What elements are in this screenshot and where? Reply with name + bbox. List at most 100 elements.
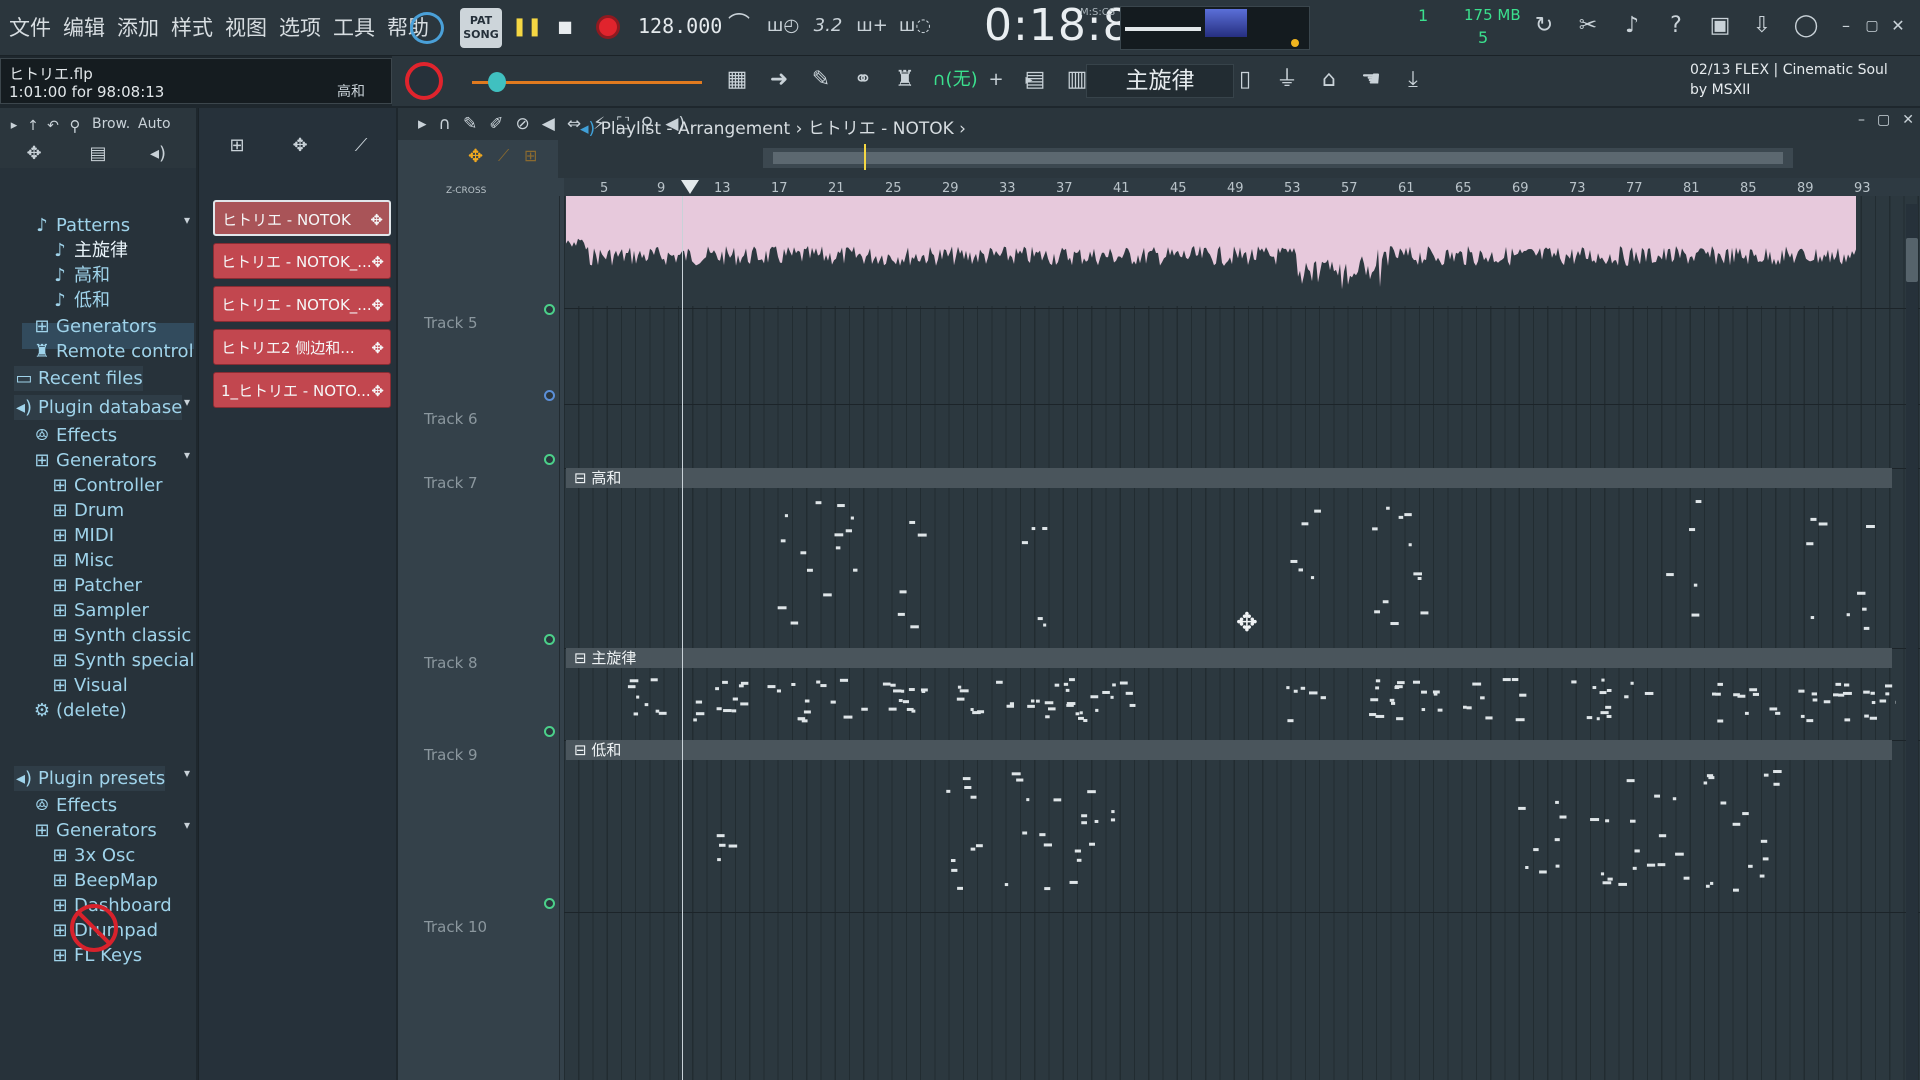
browser-item[interactable]: ⊞ Controller — [50, 473, 162, 498]
menu-add[interactable]: 添加 — [114, 12, 162, 42]
master-pitch-slider[interactable] — [472, 81, 702, 84]
audio-clip-item[interactable]: ヒトリエ - NOTOK_... ✥ — [213, 243, 391, 279]
audio-clip-item[interactable]: ヒトリエ - NOTOK_... ✥ — [213, 286, 391, 322]
blend-notes-icon[interactable]: ꟺ+ — [856, 12, 888, 40]
browser-item[interactable]: ⊞ Generators — [32, 314, 156, 339]
pattern-selector[interactable]: 主旋律 — [1086, 64, 1234, 98]
browser-icon[interactable]: ▯ — [1230, 66, 1260, 94]
browser-item[interactable]: ♪ 低和 — [50, 288, 110, 313]
menu-view[interactable]: 视图 — [222, 12, 270, 42]
vertical-scrollbar[interactable] — [1906, 204, 1918, 1080]
record-button[interactable] — [596, 15, 620, 39]
master-volume-knob[interactable] — [405, 62, 443, 100]
browser-item[interactable]: ♜ Remote control — [32, 339, 194, 364]
track-label[interactable]: Track 5 — [424, 314, 478, 332]
stamp-icon[interactable]: ♜ — [890, 66, 920, 94]
pattern-clip-header[interactable]: ⊟ 低和 — [566, 740, 1892, 760]
master-pitch-thumb[interactable] — [488, 72, 506, 92]
chevron-down-icon[interactable]: ▾ — [184, 395, 194, 409]
magnet-icon[interactable]: ∩(无) — [930, 66, 980, 94]
browser-menu-icon[interactable]: ▸ — [6, 112, 22, 140]
menu-options[interactable]: 选项 — [276, 12, 324, 42]
download-icon[interactable]: ⤓ — [1398, 66, 1428, 94]
playlist-minimize-icon[interactable]: – — [1858, 112, 1865, 128]
metronome-icon[interactable]: ⌒ — [724, 12, 754, 40]
browser-up-icon[interactable]: ↑ — [24, 112, 42, 140]
browser-item[interactable]: ◂) Plugin presets — [14, 766, 166, 791]
playlist-icon[interactable]: ▤ — [1020, 66, 1050, 94]
tempo-display[interactable]: 128.000 — [638, 14, 722, 38]
menu-tools[interactable]: 工具 — [330, 12, 378, 42]
track-label[interactable]: Track 7 — [424, 474, 478, 492]
browser-item[interactable]: ⊞ Visual — [50, 673, 127, 698]
picker-automation-icon[interactable]: ⟋ — [349, 132, 373, 160]
playlist-menu-icon[interactable]: ▸ — [418, 114, 427, 134]
song-overview-scroll[interactable] — [558, 140, 1920, 178]
news-panel[interactable]: 02/13 FLEX | Cinematic Soul by MSXII — [1690, 60, 1888, 100]
breadcrumb-root[interactable]: Playlist - Arrangement — [601, 119, 791, 139]
browser-back-icon[interactable]: ↶ — [44, 112, 62, 140]
browser-item[interactable]: ⊞ Patcher — [50, 573, 141, 598]
browser-item[interactable]: ⊞ Synth classic — [50, 623, 191, 648]
browser-item[interactable]: ⊞ Generators — [32, 818, 156, 843]
browser-search-icon[interactable]: ⚲ — [64, 112, 86, 140]
browser-item[interactable]: ⊞ Misc — [50, 548, 113, 573]
picker-audio-icon[interactable]: ✥ — [285, 132, 315, 160]
microphone-icon[interactable]: ♪ — [1618, 12, 1646, 40]
slip-tool-icon[interactable]: ⇔ — [567, 114, 581, 134]
render-icon[interactable]: ⇩ — [1748, 12, 1776, 40]
playlist-close-icon[interactable]: ✕ — [1902, 112, 1914, 128]
menu-edit[interactable]: 编辑 — [60, 12, 108, 42]
marker-icon[interactable]: ⌂ — [1314, 66, 1344, 94]
mute-tool-icon[interactable]: ◀ — [542, 114, 555, 134]
chevron-down-icon[interactable]: ▾ — [184, 818, 194, 832]
audio-clip-item[interactable]: ヒトリエ - NOTOK ✥ — [213, 200, 391, 236]
track-active-indicator[interactable] — [544, 454, 555, 465]
browser-item[interactable]: ⚙ (delete) — [32, 698, 127, 723]
audio-waveform-clip[interactable] — [566, 196, 1856, 306]
play-button[interactable]: ❚❚ — [512, 12, 542, 42]
stop-button[interactable]: ■ — [552, 12, 578, 42]
plug-icon[interactable]: ⏚ — [1272, 66, 1302, 94]
browser-item[interactable]: ⊞ Sampler — [50, 598, 148, 623]
pattern-song-toggle[interactable]: PAT SONG — [460, 8, 502, 48]
slide-icon[interactable]: ⟋ — [498, 146, 509, 166]
menu-patterns[interactable]: 样式 — [168, 12, 216, 42]
file-icon[interactable]: ▤ — [86, 140, 110, 168]
save-icon[interactable]: ▣ — [1706, 12, 1734, 40]
track-active-indicator[interactable] — [544, 726, 555, 737]
headphones-icon[interactable]: ∩ — [439, 114, 451, 134]
browser-item[interactable]: ♪ Patterns — [32, 213, 130, 238]
loop-recording-icon[interactable]: ꟺ◌ — [898, 12, 932, 40]
browser-item[interactable]: ⊞ 3x Osc — [50, 843, 135, 868]
browser-item[interactable]: ꔮ Effects — [32, 423, 117, 448]
browser-item[interactable]: ⊞ Generators — [32, 448, 156, 473]
piano-roll-icon[interactable]: ▦ — [722, 66, 752, 94]
audio-clip-item[interactable]: 1_ヒトリエ - NOTO... ✥ — [213, 372, 391, 408]
arrangement-grid[interactable]: ⊟ 高和 ⊟ 主旋律 ⊟ 低和 — [564, 196, 1920, 1080]
arrow-right-icon[interactable]: ➜ — [764, 66, 794, 94]
browser-item[interactable]: ▭ Recent files — [14, 366, 143, 391]
browser-item[interactable]: ⊞ BeepMap — [50, 868, 157, 893]
browser-item[interactable]: ꔮ Effects — [32, 793, 117, 818]
breadcrumb-leaf[interactable]: ヒトリエ - NOTOK — [808, 119, 954, 139]
chat-icon[interactable]: ◯ — [1792, 12, 1820, 40]
menu-file[interactable]: 文件 — [6, 12, 54, 42]
pen-icon[interactable]: ✎ — [806, 66, 836, 94]
track-active-indicator[interactable] — [544, 634, 555, 645]
chevron-down-icon[interactable]: ▾ — [184, 448, 194, 462]
touch-icon[interactable]: ☚ — [1356, 66, 1386, 94]
track-4-active-indicator[interactable] — [544, 304, 555, 315]
playlist-maximize-icon[interactable]: ▢ — [1877, 112, 1890, 128]
browser-item[interactable]: ⊞ Synth special — [50, 648, 194, 673]
cut-icon[interactable]: ✂ — [1574, 12, 1602, 40]
minimize-icon[interactable]: – — [1836, 12, 1856, 40]
pattern-clip-header[interactable]: ⊟ 高和 — [566, 468, 1892, 488]
loop-record-icon[interactable] — [410, 12, 444, 44]
pattern-icon[interactable]: ⊞ — [524, 146, 537, 165]
browser-title[interactable]: Brow. — [92, 116, 130, 132]
paint-tool-icon[interactable]: ✐ — [489, 114, 503, 134]
browser-item[interactable]: ♪ 高和 — [50, 263, 110, 288]
track-label[interactable]: Track 10 — [424, 918, 487, 936]
pencil-tool-icon[interactable]: ✎ — [463, 114, 477, 134]
